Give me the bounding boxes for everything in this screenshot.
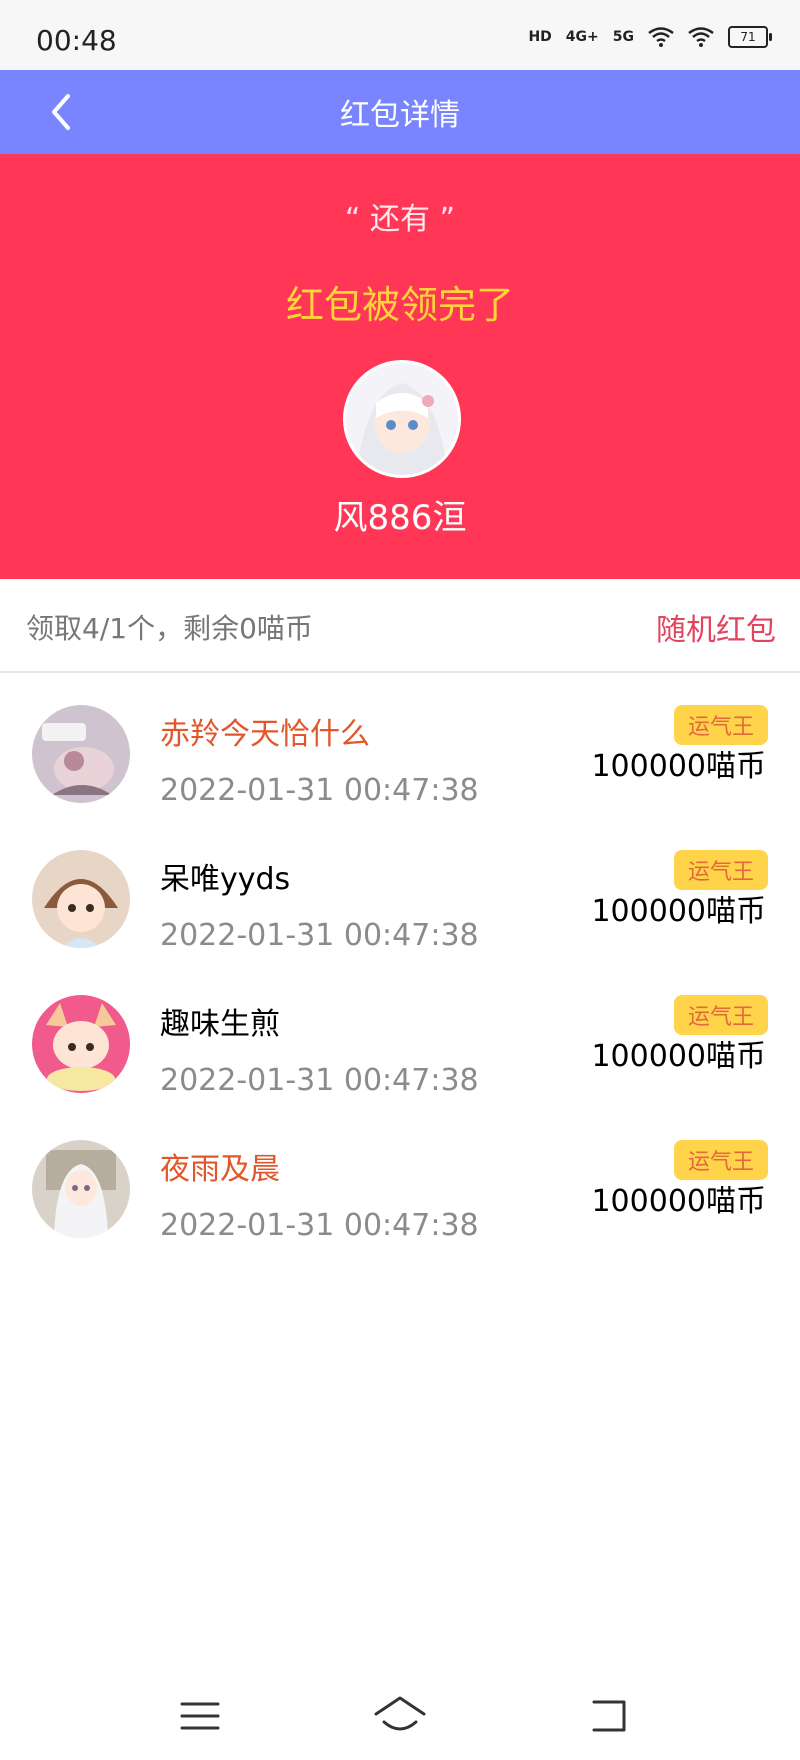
title-bar: 红包详情 bbox=[0, 70, 800, 154]
status-icons: HD 4G+ 5G 71 bbox=[528, 26, 772, 48]
lucky-king-badge: 运气王 bbox=[673, 995, 768, 1035]
home-button[interactable] bbox=[370, 1692, 430, 1740]
avatar[interactable] bbox=[32, 1140, 130, 1238]
summary-bar: 领取4/1个，剩余0喵币 随机红包 bbox=[0, 579, 800, 673]
list-item[interactable]: 夜雨及晨 2022-01-31 00:47:38 运气王 100000喵币 bbox=[0, 1108, 800, 1253]
lucky-king-badge: 运气王 bbox=[673, 705, 768, 745]
claim-amount: 100000喵币 bbox=[591, 1184, 766, 1219]
avatar[interactable] bbox=[32, 850, 130, 948]
avatar-image bbox=[346, 363, 458, 475]
packet-status: 红包被领完了 bbox=[285, 283, 514, 327]
lucky-king-badge: 运气王 bbox=[673, 1140, 768, 1180]
avatar-image bbox=[32, 995, 130, 1093]
recipient-name: 呆唯yyds bbox=[160, 862, 291, 897]
list-item[interactable]: 呆唯yyds 2022-01-31 00:47:38 运气王 100000喵币 bbox=[0, 818, 800, 963]
sender-avatar[interactable] bbox=[343, 360, 461, 478]
claim-amount: 100000喵币 bbox=[591, 749, 766, 784]
avatar[interactable] bbox=[32, 705, 130, 803]
list-item[interactable]: 赤羚今天恰什么 2022-01-31 00:47:38 运气王 100000喵币 bbox=[0, 673, 800, 818]
claim-amount: 100000喵币 bbox=[591, 894, 766, 929]
signal-5g-icon: 5G bbox=[612, 29, 634, 45]
recipient-name: 趣味生煎 bbox=[160, 1007, 280, 1042]
return-icon bbox=[592, 1700, 626, 1732]
hd-icon: HD bbox=[528, 29, 552, 45]
claim-time: 2022-01-31 00:47:38 bbox=[160, 1063, 479, 1098]
recipient-name: 赤羚今天恰什么 bbox=[160, 717, 370, 752]
avatar-image bbox=[32, 705, 130, 803]
packet-type: 随机红包 bbox=[656, 613, 776, 648]
signal-4g-icon: 4G+ bbox=[565, 29, 599, 45]
avatar[interactable] bbox=[32, 995, 130, 1093]
menu-button[interactable] bbox=[170, 1692, 230, 1740]
battery-icon: 71 bbox=[728, 26, 772, 48]
recipient-list: 赤羚今天恰什么 2022-01-31 00:47:38 运气王 100000喵币… bbox=[0, 673, 800, 1253]
status-bar: 00:48 HD 4G+ 5G 71 bbox=[0, 0, 800, 70]
claim-summary: 领取4/1个，剩余0喵币 bbox=[26, 612, 313, 645]
menu-icon bbox=[180, 1702, 220, 1730]
avatar-image bbox=[32, 1140, 130, 1238]
claim-time: 2022-01-31 00:47:38 bbox=[160, 918, 479, 953]
status-time: 00:48 bbox=[36, 24, 117, 57]
avatar-image bbox=[32, 850, 130, 948]
back-nav-button[interactable] bbox=[580, 1692, 640, 1740]
red-packet-hero: “ 还有 ” 红包被领完了 风886洹 bbox=[0, 154, 800, 579]
page-title: 红包详情 bbox=[340, 98, 460, 133]
home-icon bbox=[374, 1696, 426, 1731]
recipient-name: 夜雨及晨 bbox=[160, 1152, 280, 1187]
sender-name: 风886洹 bbox=[333, 498, 467, 538]
wifi-icon bbox=[688, 27, 714, 47]
claim-time: 2022-01-31 00:47:38 bbox=[160, 1208, 479, 1243]
lucky-king-badge: 运气王 bbox=[673, 850, 768, 890]
system-nav-bar bbox=[0, 1672, 800, 1760]
claim-amount: 100000喵币 bbox=[591, 1039, 766, 1074]
list-item[interactable]: 趣味生煎 2022-01-31 00:47:38 运气王 100000喵币 bbox=[0, 963, 800, 1108]
packet-message: “ 还有 ” bbox=[344, 202, 456, 237]
wifi-icon bbox=[648, 27, 674, 47]
claim-time: 2022-01-31 00:47:38 bbox=[160, 773, 479, 808]
